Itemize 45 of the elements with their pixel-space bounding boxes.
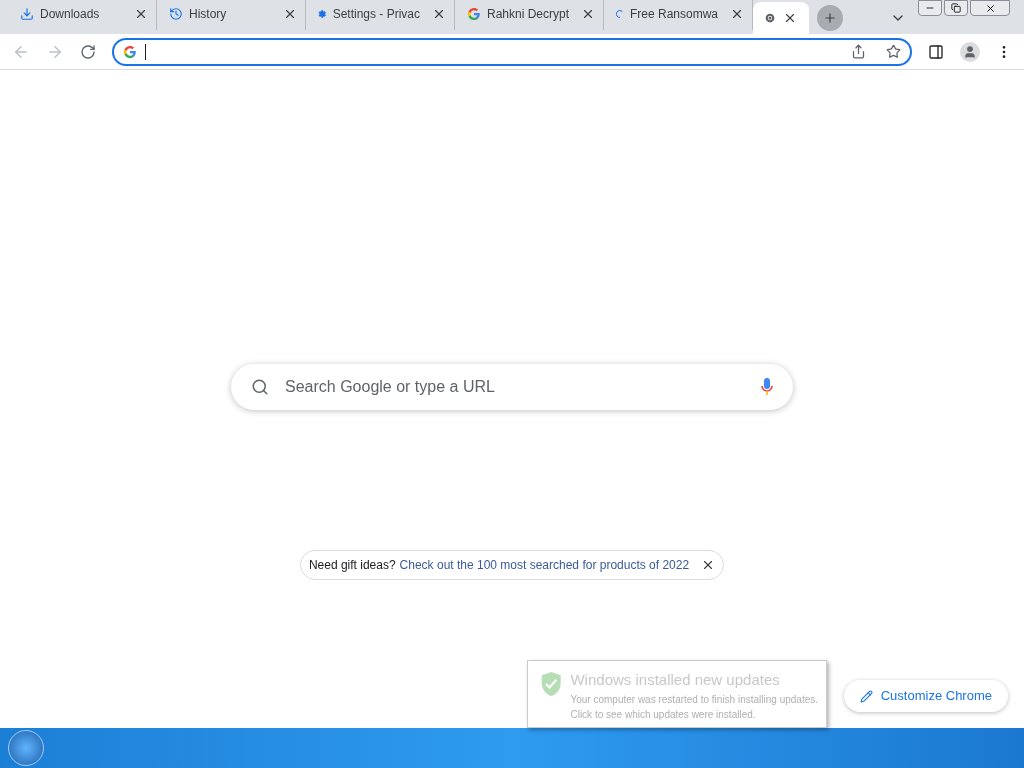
restore-button[interactable] [944,0,968,16]
browser-tab[interactable]: History [157,0,306,30]
close-icon[interactable] [134,7,148,21]
profile-avatar[interactable] [960,41,980,62]
notification-text: Your computer was restarted to finish installing updates. [570,692,818,707]
new-tab-button[interactable] [817,5,843,31]
microphone-icon[interactable] [761,378,773,396]
promo-text: Need gift ideas? [308,557,396,574]
search-box[interactable]: Search Google or type a URL [231,364,793,410]
tab-title: History [189,6,227,23]
browser-tab[interactable]: Settings - Privac [306,0,455,30]
search-input[interactable]: Search Google or type a URL [285,375,745,399]
google-g-icon [467,7,481,21]
history-icon [169,7,183,21]
share-icon[interactable] [851,44,866,59]
customize-chrome-button[interactable]: Customize Chrome [843,680,1008,712]
plus-icon [823,11,837,25]
notification-text: Click to see which updates were installed. [570,707,757,722]
search-icon [251,378,269,396]
browser-tab[interactable]: Downloads [8,0,157,30]
close-icon[interactable] [581,7,595,21]
browser-logo-icon [765,11,775,25]
download-icon [20,7,34,21]
browser-tab[interactable]: Rahkni Decrypt [455,0,604,30]
address-bar[interactable] [112,37,912,66]
restore-icon [951,3,961,13]
side-panel-icon[interactable] [928,43,944,60]
tab-title: Free Ransomwa [629,6,718,23]
close-icon[interactable] [730,7,744,21]
close-icon[interactable] [283,7,297,21]
shield-check-icon [540,669,563,699]
close-icon [984,2,996,14]
tab-title: Rahkni Decrypt [486,6,569,23]
google-g-icon [123,44,137,59]
close-icon[interactable] [432,7,446,21]
tab-title: Downloads [40,6,100,23]
reload-icon[interactable] [80,43,96,60]
browser-tab[interactable] [753,2,809,34]
promo-link[interactable]: Check out the 100 most searched for products of 2022 [399,556,690,574]
close-icon[interactable] [783,11,797,25]
settings-icon [318,7,327,21]
tab-title: Settings - Privac [332,6,420,23]
pencil-icon [859,689,873,703]
start-button[interactable] [8,730,44,766]
bookmark-star-icon[interactable] [886,44,901,59]
